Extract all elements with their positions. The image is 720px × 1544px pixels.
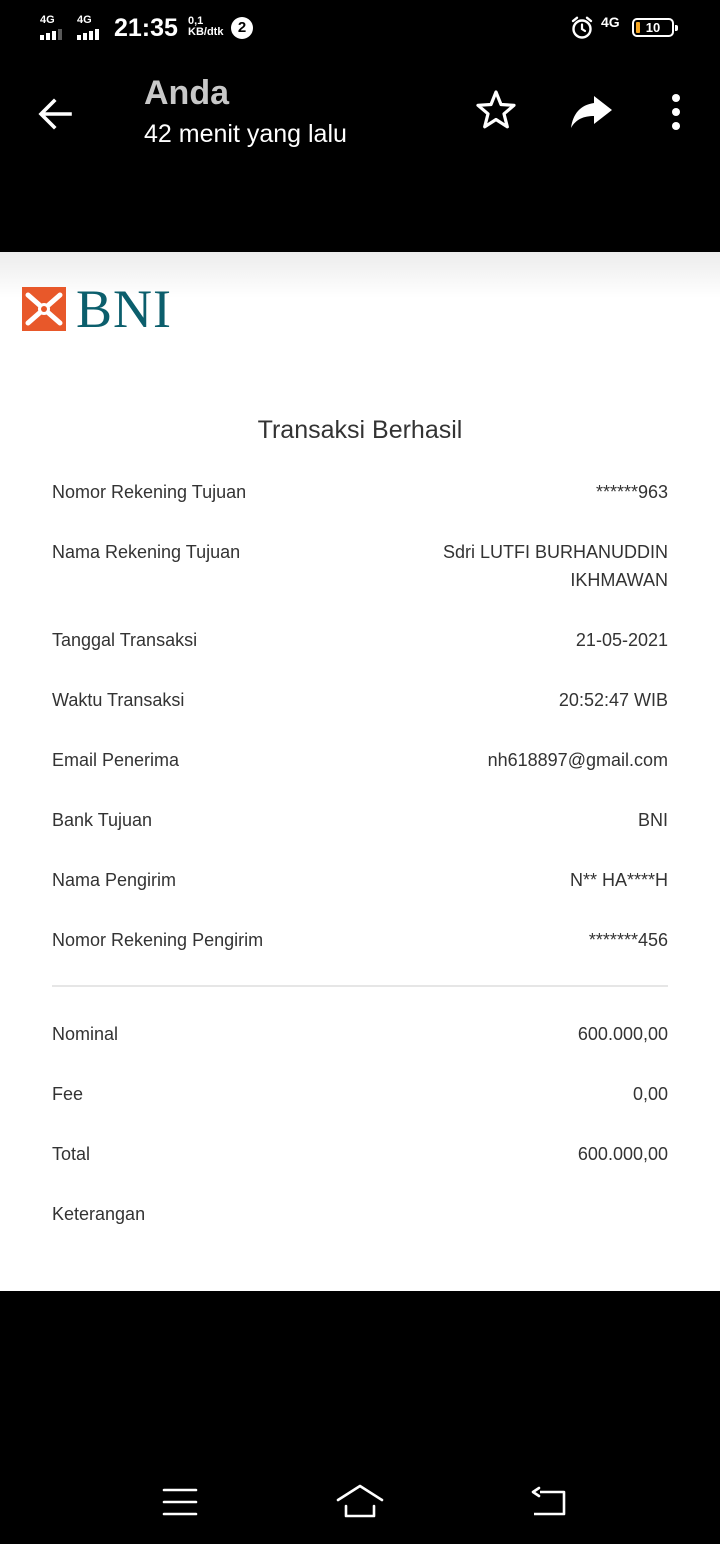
sim2-network-label: 4G <box>77 14 92 26</box>
detail-label: Nama Rekening Tujuan <box>52 542 241 562</box>
detail-value: BNI <box>637 810 668 830</box>
menu-icon[interactable] <box>156 1482 204 1522</box>
timestamp-subtitle: 42 menit yang lalu <box>144 120 347 148</box>
detail-value-line-2: IKHMAWAN <box>570 570 668 590</box>
bni-logo-text: BNI <box>76 279 172 339</box>
detail-value: nh618897@gmail.com <box>487 750 668 770</box>
signal-icon <box>40 29 62 40</box>
detail-value: ******963 <box>595 482 668 502</box>
detail-value-line-1: Sdri LUTFI BURHANUDDIN <box>442 542 668 562</box>
share-icon[interactable] <box>566 86 616 134</box>
more-vert-icon[interactable] <box>664 88 688 136</box>
detail-value: *******456 <box>588 930 668 950</box>
battery-level: 10 <box>645 20 661 35</box>
notification-count-badge: 2 <box>231 17 253 39</box>
detail-label: Email Penerima <box>52 750 180 770</box>
divider <box>52 985 668 987</box>
alarm-icon <box>571 16 593 39</box>
detail-value: N** HA****H <box>569 870 668 890</box>
transaction-receipt: BNI Transaksi Berhasil Nomor Rekening Tu… <box>0 252 720 1291</box>
amount-value: 0,00 <box>632 1084 668 1104</box>
bni-logo-mark-icon <box>22 287 66 331</box>
amount-label: Keterangan <box>52 1204 146 1224</box>
amount-label: Total <box>52 1144 91 1164</box>
system-nav-bar <box>0 1460 720 1544</box>
back-icon[interactable] <box>526 1482 574 1522</box>
detail-value: 20:52:47 WIB <box>558 690 668 710</box>
amount-value: 600.000,00 <box>577 1144 668 1164</box>
detail-label: Nomor Rekening Pengirim <box>52 930 264 950</box>
back-arrow-icon[interactable] <box>30 88 82 140</box>
detail-value: Sdri LUTFI BURHANUDDIN IKHMAWAN <box>368 538 668 594</box>
bni-logo: BNI <box>22 279 172 339</box>
sender-title: Anda <box>144 74 229 112</box>
amount-label: Fee <box>52 1084 84 1104</box>
detail-label: Tanggal Transaksi <box>52 630 198 650</box>
network-speed: 0,1 KB/dtk <box>188 16 223 38</box>
signal-icon <box>77 29 99 40</box>
amount-value: 600.000,00 <box>577 1024 668 1044</box>
detail-label: Nama Pengirim <box>52 870 177 890</box>
battery-icon: 10 <box>632 18 678 37</box>
network-type-label: 4G <box>601 14 620 30</box>
receipt-heading: Transaksi Berhasil <box>257 416 463 444</box>
status-bar: 4G 4G 21:35 0,1 KB/dtk 2 4G 10 <box>0 0 720 56</box>
detail-label: Nomor Rekening Tujuan <box>52 482 247 502</box>
speed-unit: KB/dtk <box>188 26 224 38</box>
sim1-network-label: 4G <box>40 14 55 26</box>
home-icon[interactable] <box>336 1482 384 1522</box>
star-icon[interactable] <box>472 86 520 134</box>
status-time: 21:35 <box>114 14 178 42</box>
detail-label: Waktu Transaksi <box>52 690 185 710</box>
detail-label: Bank Tujuan <box>52 810 153 830</box>
amount-label: Nominal <box>52 1024 119 1044</box>
detail-value: 21-05-2021 <box>575 630 668 650</box>
app-bar: Anda 42 menit yang lalu <box>0 56 720 252</box>
